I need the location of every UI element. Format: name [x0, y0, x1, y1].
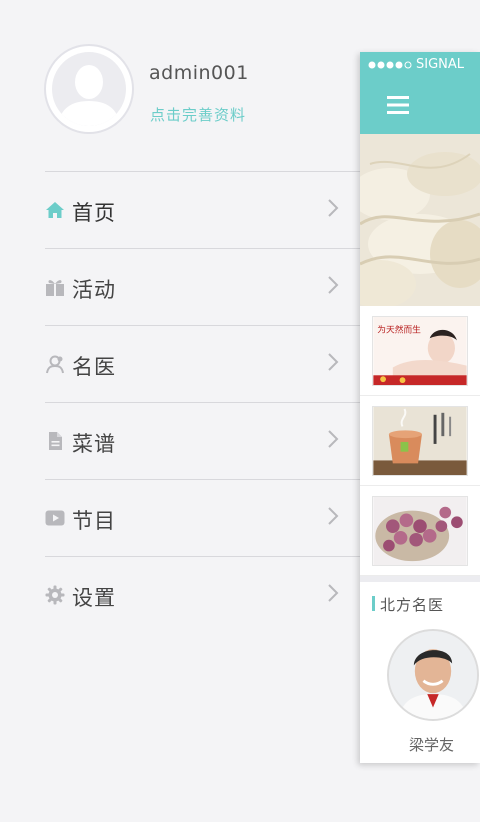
nav-bar — [360, 78, 480, 134]
menu-item-doctors[interactable]: 名医 — [45, 325, 360, 402]
menu-item-label: 设置 — [72, 586, 116, 610]
menu-icon[interactable] — [387, 96, 409, 114]
chevron-right-icon — [328, 430, 339, 448]
menu-item-recipes[interactable]: 菜谱 — [45, 402, 360, 479]
edit-profile-link[interactable]: 点击完善资料 — [150, 104, 246, 125]
menu-item-label: 首页 — [72, 201, 116, 225]
menu-item-label: 节目 — [72, 509, 116, 533]
gear-icon — [45, 585, 65, 605]
drawer-menu: 首页 活动 名医 菜谱 节目 设置 — [45, 171, 360, 633]
article-thumbnail — [372, 496, 468, 566]
banner-image[interactable] — [360, 134, 480, 306]
list-item[interactable] — [360, 486, 480, 576]
menu-item-label: 菜谱 — [72, 432, 116, 456]
menu-item-label: 名医 — [72, 355, 116, 379]
home-icon — [46, 202, 64, 218]
article-thumbnail — [372, 406, 468, 476]
main-screen-preview[interactable]: SIGNAL 为天然而生 北方名医 梁学友 — [360, 52, 480, 763]
menu-item-label: 活动 — [72, 278, 116, 302]
side-drawer: admin001 点击完善资料 首页 活动 名医 菜谱 节目 设置 — [0, 0, 360, 822]
menu-item-programs[interactable]: 节目 — [45, 479, 360, 556]
section-divider — [360, 576, 480, 582]
chevron-right-icon — [328, 584, 339, 602]
list-item[interactable]: 为天然而生 — [360, 306, 480, 396]
user-placeholder-icon — [58, 65, 120, 126]
section-marker — [372, 596, 375, 611]
signal-strength-icon — [368, 61, 412, 69]
article-thumbnail: 为天然而生 — [372, 316, 468, 386]
chevron-right-icon — [328, 507, 339, 525]
menu-item-settings[interactable]: 设置 — [45, 556, 360, 633]
thumb-caption: 为天然而生 — [377, 324, 421, 336]
document-icon — [49, 432, 62, 450]
menu-item-activities[interactable]: 活动 — [45, 248, 360, 325]
gift-icon — [46, 280, 64, 296]
doctor-icon — [46, 355, 64, 374]
username: admin001 — [149, 62, 249, 84]
play-icon — [45, 510, 65, 526]
chevron-right-icon — [328, 276, 339, 294]
chevron-right-icon — [328, 353, 339, 371]
chevron-right-icon — [328, 199, 339, 217]
carrier-label: SIGNAL — [416, 57, 465, 72]
doctor-avatar[interactable] — [387, 629, 479, 721]
menu-item-home[interactable]: 首页 — [45, 171, 360, 248]
article-list: 为天然而生 — [360, 306, 480, 576]
doctor-name: 梁学友 — [409, 736, 455, 754]
list-item[interactable] — [360, 396, 480, 486]
section-title: 北方名医 — [380, 596, 445, 614]
status-bar: SIGNAL — [360, 52, 480, 78]
avatar[interactable] — [44, 44, 134, 134]
